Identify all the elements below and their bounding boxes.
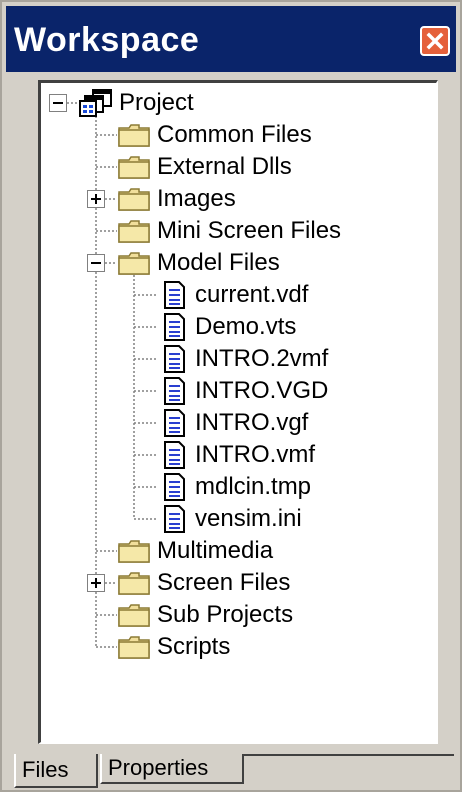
file-tree-panel[interactable]: Project Common Files External Dlls Image… <box>38 80 438 744</box>
project-icon <box>79 89 112 117</box>
tree-node-mdlcin-tmp[interactable]: mdlcin.tmp <box>41 471 431 503</box>
expand-toggle[interactable] <box>87 190 105 208</box>
document-icon <box>164 441 185 469</box>
tree-node-label: vensim.ini <box>195 505 302 532</box>
tree-node-label: External Dlls <box>157 153 292 180</box>
tree-node-vensim-ini[interactable]: vensim.ini <box>41 503 431 535</box>
tab-strip: Files Properties <box>14 754 454 788</box>
tree-node-demo-vts[interactable]: Demo.vts <box>41 311 431 343</box>
expand-toggle[interactable] <box>87 574 105 592</box>
tree-node-label: Model Files <box>157 249 280 276</box>
tab-files[interactable]: Files <box>14 754 98 788</box>
tree-node-label: mdlcin.tmp <box>195 473 312 500</box>
tree-node-scripts[interactable]: Scripts <box>41 631 431 663</box>
tree-node-label: Multimedia <box>157 537 274 564</box>
tree-node-label: Sub Projects <box>157 601 294 628</box>
tree-node-external-dlls[interactable]: External Dlls <box>41 151 431 183</box>
tree-node-label: Project <box>119 89 194 116</box>
folder-icon <box>118 572 150 595</box>
tree-node-mini-screen-files[interactable]: Mini Screen Files <box>41 215 431 247</box>
tree-node-intro-vgd[interactable]: INTRO.VGD <box>41 375 431 407</box>
folder-icon <box>118 636 150 659</box>
tree-node-project[interactable]: Project <box>41 87 431 119</box>
folder-icon <box>118 124 150 147</box>
folder-icon <box>118 156 150 179</box>
tree-node-label: Images <box>157 185 236 212</box>
folder-icon <box>118 604 150 627</box>
tree-node-label: Mini Screen Files <box>157 217 342 244</box>
collapse-toggle[interactable] <box>87 254 105 272</box>
tree-node-label: INTRO.VGD <box>195 377 329 404</box>
title-bar[interactable]: Workspace <box>6 6 456 72</box>
tab-properties[interactable]: Properties <box>100 754 244 784</box>
tree-node-model-files[interactable]: Model Files <box>41 247 431 279</box>
tree-node-label: current.vdf <box>195 281 309 308</box>
tree-node-common-files[interactable]: Common Files <box>41 119 431 151</box>
folder-icon <box>118 252 150 275</box>
close-icon <box>426 32 444 50</box>
document-icon <box>164 409 185 437</box>
close-button[interactable] <box>420 26 450 56</box>
tree-node-label: Scripts <box>157 633 231 660</box>
document-icon <box>164 473 185 501</box>
tree-node-intro-vgf[interactable]: INTRO.vgf <box>41 407 431 439</box>
tree-node-multimedia[interactable]: Multimedia <box>41 535 431 567</box>
tree-node-images[interactable]: Images <box>41 183 431 215</box>
document-icon <box>164 377 185 405</box>
tree-node-label: Screen Files <box>157 569 291 596</box>
file-tree: Project Common Files External Dlls Image… <box>41 83 436 742</box>
folder-icon <box>118 540 150 563</box>
tree-node-label: Common Files <box>157 121 312 148</box>
tree-node-label: INTRO.vmf <box>195 441 315 468</box>
folder-icon <box>118 188 150 211</box>
document-icon <box>164 345 185 373</box>
tree-node-sub-projects[interactable]: Sub Projects <box>41 599 431 631</box>
folder-icon <box>118 220 150 243</box>
document-icon <box>164 313 185 341</box>
tree-node-label: Demo.vts <box>195 313 297 340</box>
tree-node-intro-2vmf[interactable]: INTRO.2vmf <box>41 343 431 375</box>
tree-node-label: INTRO.2vmf <box>195 345 329 372</box>
tree-node-screen-files[interactable]: Screen Files <box>41 567 431 599</box>
window-title: Workspace <box>14 21 200 59</box>
workspace-window: Workspace Project Common Files External … <box>0 0 462 792</box>
tree-node-current-vdf[interactable]: current.vdf <box>41 279 431 311</box>
collapse-toggle[interactable] <box>49 94 67 112</box>
tree-node-intro-vmf[interactable]: INTRO.vmf <box>41 439 431 471</box>
document-icon <box>164 281 185 309</box>
document-icon <box>164 505 185 533</box>
tree-node-label: INTRO.vgf <box>195 409 309 436</box>
